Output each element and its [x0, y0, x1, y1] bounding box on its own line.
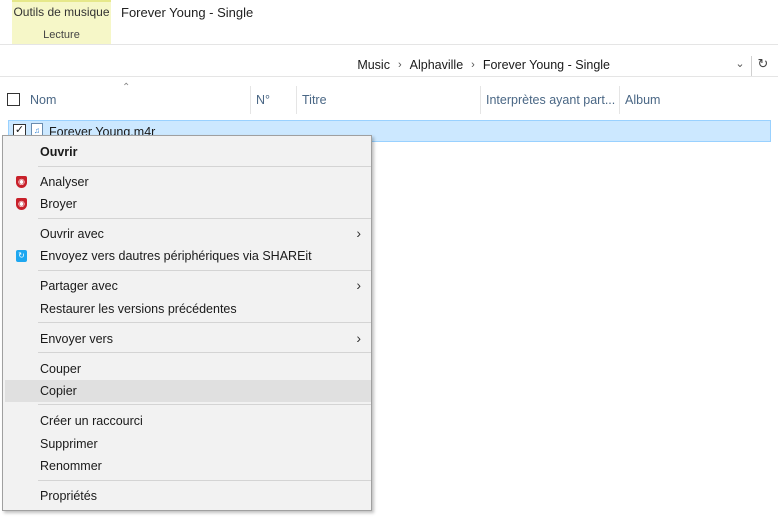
select-all-checkbox[interactable]	[7, 93, 20, 106]
menu-item-cut[interactable]: Couper	[5, 358, 371, 380]
menu-item-label: Supprimer	[40, 437, 98, 451]
column-header-artists[interactable]: Interprètes ayant part...	[486, 93, 615, 107]
menu-item-label: Renommer	[40, 459, 102, 473]
breadcrumb-separator-icon[interactable]: ›	[396, 59, 404, 71]
menu-separator	[38, 218, 371, 219]
submenu-arrow-icon: ›	[356, 225, 361, 241]
menu-item-shred[interactable]: ◉ Broyer	[5, 193, 371, 215]
column-divider[interactable]	[250, 86, 251, 114]
menu-item-properties[interactable]: Propriétés	[5, 485, 371, 507]
menu-item-create-shortcut[interactable]: Créer un raccourci	[5, 410, 371, 432]
menu-item-label: Envoyer vers	[40, 332, 113, 346]
breadcrumb-item-album[interactable]: Forever Young - Single	[477, 58, 616, 72]
music-tools-context-tab[interactable]: Outils de musique Lecture	[12, 0, 111, 44]
menu-item-open[interactable]: Ouvrir	[5, 141, 371, 163]
menu-item-label: Analyser	[40, 175, 89, 189]
menu-item-analyze[interactable]: ◉ Analyser	[5, 171, 371, 193]
menu-item-label: Restaurer les versions précédentes	[40, 302, 237, 316]
window-title: Forever Young - Single	[121, 5, 254, 20]
sort-ascending-icon: ⌃	[122, 82, 131, 93]
column-header-title[interactable]: Titre	[302, 93, 327, 107]
submenu-arrow-icon: ›	[356, 330, 361, 346]
menu-item-label: Copier	[40, 384, 77, 398]
menu-separator	[38, 322, 371, 323]
breadcrumb-separator-icon[interactable]: ›	[469, 59, 477, 71]
menu-item-label: Créer un raccourci	[40, 414, 143, 428]
address-bar[interactable]: Music › Alphaville › Forever Young - Sin…	[0, 54, 778, 78]
menu-item-label: Propriétés	[40, 489, 97, 503]
menu-item-share-with[interactable]: Partager avec ›	[5, 275, 371, 297]
menu-item-copy[interactable]: Copier	[5, 380, 371, 402]
context-menu: Ouvrir ◉ Analyser ◉ Broyer Ouvrir avec ›…	[2, 135, 372, 511]
menu-item-rename[interactable]: Renommer	[5, 455, 371, 477]
column-header-album[interactable]: Album	[625, 93, 660, 107]
menu-item-delete[interactable]: Supprimer	[5, 433, 371, 455]
menu-item-label: Ouvrir avec	[40, 227, 104, 241]
menu-item-send-to[interactable]: Envoyer vers ›	[5, 328, 371, 350]
column-divider[interactable]	[296, 86, 297, 114]
menu-item-label: Broyer	[40, 197, 77, 211]
menu-separator	[38, 166, 371, 167]
refresh-icon[interactable]: ↻	[751, 56, 771, 76]
menu-separator	[38, 352, 371, 353]
ribbon-divider	[0, 44, 778, 45]
menu-item-label: Partager avec	[40, 279, 118, 293]
menu-item-open-with[interactable]: Ouvrir avec ›	[5, 223, 371, 245]
column-divider[interactable]	[480, 86, 481, 114]
breadcrumb-item-music[interactable]: Music	[351, 58, 396, 72]
antivirus-shield-icon: ◉	[16, 198, 27, 210]
breadcrumb-item-alphaville[interactable]: Alphaville	[404, 58, 470, 72]
address-divider	[0, 76, 778, 77]
tab-playback[interactable]: Lecture	[12, 29, 111, 41]
menu-item-label: Envoyez vers dautres périphériques via S…	[40, 249, 312, 263]
context-tab-title: Outils de musique	[13, 5, 110, 19]
breadcrumb: Music › Alphaville › Forever Young - Sin…	[351, 58, 616, 72]
chevron-down-icon[interactable]: ⌄	[731, 57, 749, 75]
menu-item-label: Couper	[40, 362, 81, 376]
menu-separator	[38, 270, 371, 271]
menu-item-shareit[interactable]: ↻ Envoyez vers dautres périphériques via…	[5, 245, 371, 267]
submenu-arrow-icon: ›	[356, 277, 361, 293]
menu-separator	[38, 404, 371, 405]
column-header-name[interactable]: Nom	[30, 93, 56, 107]
column-header-number[interactable]: N°	[256, 93, 270, 107]
menu-separator	[38, 480, 371, 481]
menu-item-label: Ouvrir	[40, 145, 78, 159]
shareit-icon: ↻	[16, 250, 27, 262]
column-divider[interactable]	[619, 86, 620, 114]
menu-item-restore-versions[interactable]: Restaurer les versions précédentes	[5, 298, 371, 320]
antivirus-shield-icon: ◉	[16, 176, 27, 188]
